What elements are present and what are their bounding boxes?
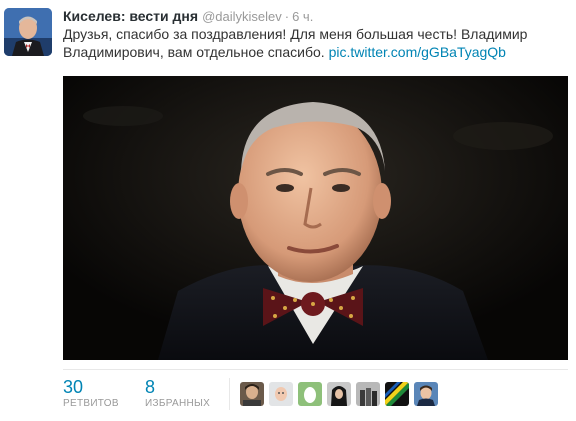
favorites-label: ИЗБРАННЫХ	[145, 398, 211, 409]
favoriter-avatar-4-icon[interactable]	[327, 382, 351, 406]
retweets-label: РЕТВИТОВ	[63, 398, 119, 409]
author-fullname[interactable]: Киселев: вести дня	[63, 8, 198, 24]
tweet-media-photo[interactable]	[63, 76, 568, 360]
tweet-text: Друзья, спасибо за поздравления! Для мен…	[63, 25, 563, 61]
stats-divider	[63, 369, 568, 370]
favoriter-avatar-3-icon[interactable]	[298, 382, 322, 406]
favoriter-avatar-2-icon[interactable]	[269, 382, 293, 406]
profile-avatar[interactable]	[4, 8, 52, 56]
author-screen-name[interactable]: @dailykiselev	[202, 9, 282, 24]
favoriter-avatar-6-icon[interactable]	[385, 382, 409, 406]
favoriter-avatar-7-icon[interactable]	[414, 382, 438, 406]
retweets-stat[interactable]: 30 РЕТВИТОВ	[63, 376, 119, 410]
tweet-header: Киселев: вести дня @dailykiselev · 6 ч.	[63, 8, 313, 25]
tweet: Киселев: вести дня @dailykiselev · 6 ч. Дру…	[0, 0, 576, 421]
favorites-stat[interactable]: 8 ИЗБРАННЫХ	[145, 376, 210, 410]
header-separator: ·	[284, 9, 290, 24]
stats-separator	[229, 378, 230, 410]
favoriter-avatar-5-icon[interactable]	[356, 382, 380, 406]
favoriter-avatar-1-icon[interactable]	[240, 382, 264, 406]
retweets-count[interactable]: 30	[63, 376, 119, 398]
favorites-count[interactable]: 8	[145, 376, 210, 398]
tweet-timestamp[interactable]: 6 ч.	[292, 9, 313, 24]
tweet-media-link[interactable]: pic.twitter.com/gGBaTyagQb	[329, 44, 506, 60]
